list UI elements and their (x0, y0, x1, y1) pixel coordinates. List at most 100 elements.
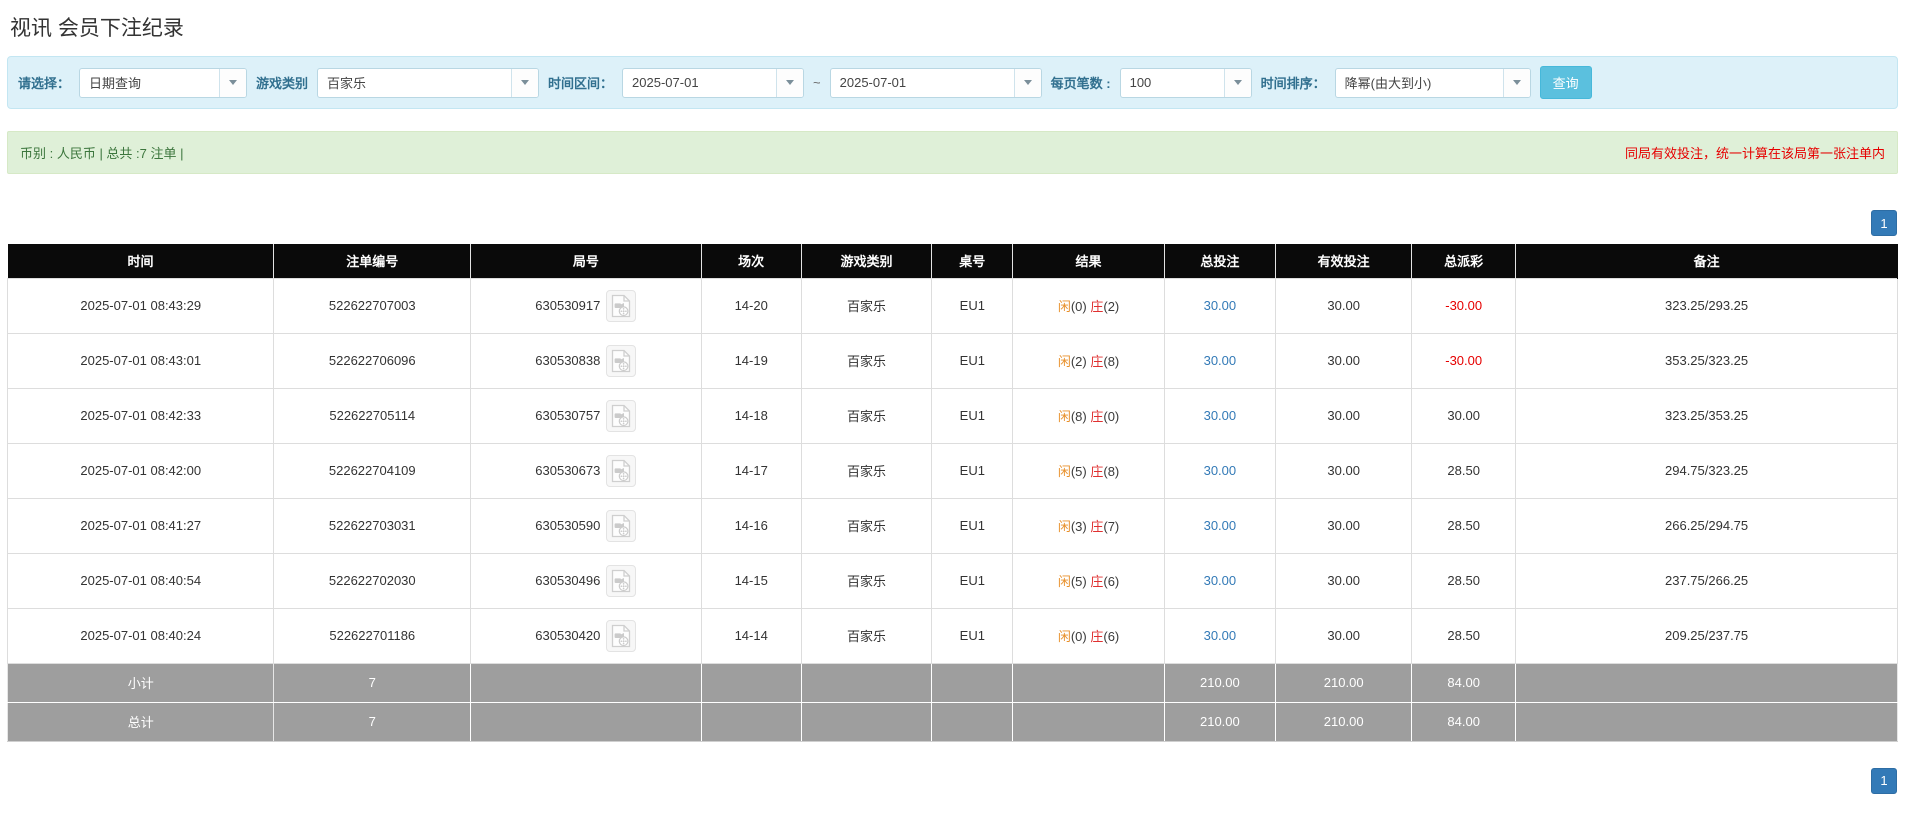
cell-table-number: EU1 (932, 443, 1013, 498)
result-banker-label: 庄 (1090, 574, 1103, 589)
pagination-top: 1 (7, 210, 1897, 236)
cell-payout: -30.00 (1412, 278, 1516, 333)
result-banker-score: (8) (1103, 464, 1119, 479)
table-header-row: 时间注单编号局号场次游戏类别桌号结果总投注有效投注总派彩备注 (8, 244, 1898, 278)
caret-shape (1234, 80, 1242, 85)
cell-total-bet: 30.00 (1164, 498, 1276, 553)
chevron-down-icon[interactable] (1014, 69, 1041, 97)
round-number-text: 630530673 (535, 463, 600, 478)
caret-shape (229, 80, 237, 85)
cell-result: 闲(8) 庄(0) (1013, 388, 1164, 443)
cell-remark: 266.25/294.75 (1516, 498, 1898, 553)
summary-payout: 84.00 (1412, 702, 1516, 741)
column-header: 桌号 (932, 244, 1013, 278)
cell-session: 14-14 (701, 608, 801, 663)
result-player-label: 闲 (1058, 354, 1071, 369)
cell-game-type: 百家乐 (801, 278, 931, 333)
summary-payout: 84.00 (1412, 663, 1516, 702)
page-size-input[interactable] (1121, 69, 1224, 97)
cell-valid-bet: 30.00 (1276, 443, 1412, 498)
page-1-button[interactable]: 1 (1871, 210, 1897, 236)
result-banker-score: (8) (1103, 354, 1119, 369)
date-from-input[interactable] (623, 69, 776, 97)
cell-remark: 323.25/353.25 (1516, 388, 1898, 443)
caret-shape (1024, 80, 1032, 85)
cell-valid-bet: 30.00 (1276, 553, 1412, 608)
chevron-down-icon[interactable] (511, 69, 538, 97)
cell-game-type: 百家乐 (801, 443, 931, 498)
result-player-score: (2) (1071, 354, 1087, 369)
cell-bet-number: 522622705114 (274, 388, 471, 443)
column-header: 总投注 (1164, 244, 1276, 278)
result-player-score: (3) (1071, 519, 1087, 534)
cell-time: 2025-07-01 08:42:00 (8, 443, 274, 498)
cell-payout: 28.50 (1412, 553, 1516, 608)
cell-remark: 209.25/237.75 (1516, 608, 1898, 663)
cell-valid-bet: 30.00 (1276, 278, 1412, 333)
cell-game-type: 百家乐 (801, 498, 931, 553)
game-type-input[interactable] (318, 69, 511, 97)
video-replay-icon[interactable] (606, 455, 636, 487)
summary-valid-bet: 210.00 (1276, 702, 1412, 741)
cell-remark: 323.25/293.25 (1516, 278, 1898, 333)
page-title: 视讯 会员下注纪录 (10, 12, 1898, 42)
summary-empty (801, 663, 931, 702)
summary-count: 7 (274, 663, 471, 702)
video-replay-icon[interactable] (606, 290, 636, 322)
round-number-text: 630530838 (535, 353, 600, 368)
video-replay-icon[interactable] (606, 510, 636, 542)
cell-bet-number: 522622706096 (274, 333, 471, 388)
cell-result: 闲(5) 庄(8) (1013, 443, 1164, 498)
cell-round-number: 630530673 (471, 443, 702, 498)
video-replay-icon[interactable] (606, 400, 636, 432)
time-range-label: 时间区间： (548, 73, 613, 92)
cell-session: 14-18 (701, 388, 801, 443)
result-player-score: (0) (1071, 629, 1087, 644)
column-header: 场次 (701, 244, 801, 278)
cell-game-type: 百家乐 (801, 553, 931, 608)
table-row: 2025-07-01 08:42:33 522622705114 6305307… (8, 388, 1898, 443)
total-bet-link[interactable]: 30.00 (1204, 298, 1237, 313)
cell-time: 2025-07-01 08:43:01 (8, 333, 274, 388)
total-bet-link[interactable]: 30.00 (1204, 353, 1237, 368)
search-button[interactable]: 查询 (1540, 66, 1592, 99)
cell-remark: 294.75/323.25 (1516, 443, 1898, 498)
cell-total-bet: 30.00 (1164, 443, 1276, 498)
date-from-combobox (622, 68, 804, 98)
mode-combobox (79, 68, 247, 98)
total-bet-link[interactable]: 30.00 (1204, 408, 1237, 423)
sort-input[interactable] (1336, 69, 1503, 97)
total-bet-link[interactable]: 30.00 (1204, 518, 1237, 533)
mode-label: 请选择： (18, 73, 70, 92)
video-replay-icon[interactable] (606, 345, 636, 377)
table-row: 2025-07-01 08:40:24 522622701186 6305304… (8, 608, 1898, 663)
sort-label: 时间排序： (1261, 73, 1326, 92)
result-player-label: 闲 (1058, 299, 1071, 314)
cell-total-bet: 30.00 (1164, 333, 1276, 388)
video-replay-icon[interactable] (606, 565, 636, 597)
total-bet-link[interactable]: 30.00 (1204, 628, 1237, 643)
result-banker-score: (6) (1103, 574, 1119, 589)
total-bet-link[interactable]: 30.00 (1204, 463, 1237, 478)
page-1-button[interactable]: 1 (1871, 768, 1897, 794)
chevron-down-icon[interactable] (1224, 69, 1251, 97)
cell-game-type: 百家乐 (801, 608, 931, 663)
cell-total-bet: 30.00 (1164, 608, 1276, 663)
mode-input[interactable] (80, 69, 219, 97)
round-number-text: 630530757 (535, 408, 600, 423)
summary-empty (932, 663, 1013, 702)
cell-game-type: 百家乐 (801, 388, 931, 443)
cell-time: 2025-07-01 08:40:24 (8, 608, 274, 663)
total-bet-link[interactable]: 30.00 (1204, 573, 1237, 588)
chevron-down-icon[interactable] (219, 69, 246, 97)
summary-label: 小计 (8, 663, 274, 702)
cell-session: 14-16 (701, 498, 801, 553)
chevron-down-icon[interactable] (1503, 69, 1530, 97)
cell-round-number: 630530838 (471, 333, 702, 388)
video-replay-icon[interactable] (606, 620, 636, 652)
chevron-down-icon[interactable] (776, 69, 803, 97)
summary-label: 总计 (8, 702, 274, 741)
cell-bet-number: 522622701186 (274, 608, 471, 663)
date-to-input[interactable] (831, 69, 1014, 97)
round-number-text: 630530420 (535, 628, 600, 643)
